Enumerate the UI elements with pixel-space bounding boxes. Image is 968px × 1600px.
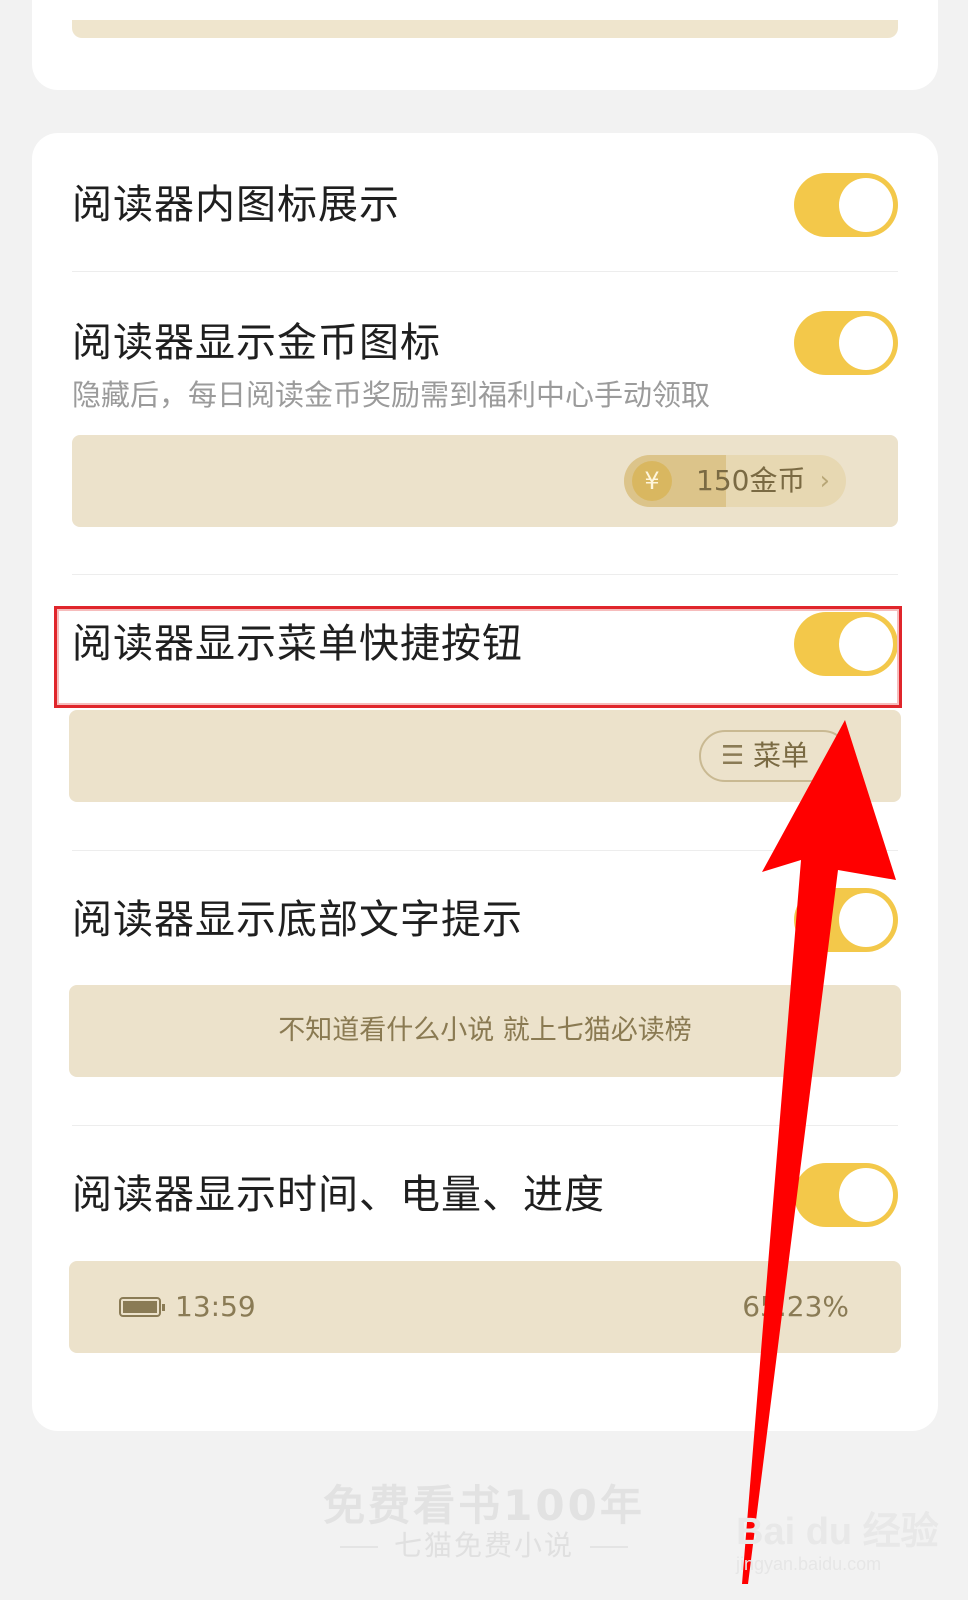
watermark-url: jingyan.baidu.com [736, 1554, 882, 1574]
watermark-logo: Bai du 经验 [736, 1511, 939, 1553]
footer-app-name: 七猫免费小说 [393, 1529, 574, 1562]
red-arrow [742, 720, 896, 1584]
annotation-arrow [742, 720, 896, 1584]
baidu-jingyan-watermark: Bai du 经验 jingyan.baidu.com [736, 1500, 939, 1590]
divider-line [590, 1546, 628, 1548]
divider-line [339, 1546, 378, 1548]
